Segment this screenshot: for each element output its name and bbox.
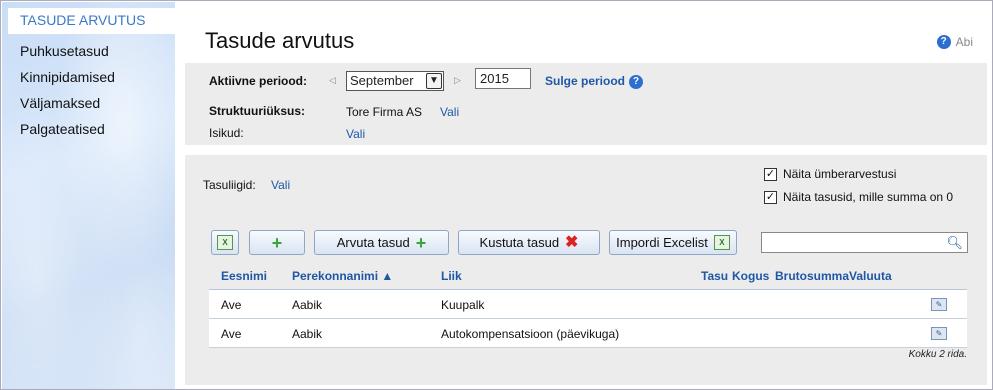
pay-types-choose-link[interactable]: Vali <box>271 178 290 192</box>
sidebar-item-valjamaksed[interactable]: Väljamaksed <box>2 90 175 116</box>
help-link[interactable]: ? Abi <box>936 35 973 49</box>
import-excel-label: Impordi Excelist <box>616 235 708 250</box>
sidebar-item-palgateatised[interactable]: Palgateatised <box>2 116 175 142</box>
calculate-pay-button[interactable]: Arvuta tasud + <box>314 230 449 255</box>
next-period-arrow-icon[interactable]: ▷ <box>454 75 461 86</box>
add-button[interactable]: + <box>249 230 305 255</box>
app-window: TASUDE ARVUTUS Puhkusetasud Kinnipidamis… <box>0 0 993 390</box>
sidebar: TASUDE ARVUTUS Puhkusetasud Kinnipidamis… <box>2 2 175 389</box>
excel-icon: X <box>217 235 233 250</box>
col-header-eesnimi[interactable]: Eesnimi <box>221 269 267 283</box>
calculate-pay-label: Arvuta tasud <box>336 235 410 250</box>
table-row[interactable]: Ave Aabik Autokompensatsioon (päevikuga)… <box>209 319 967 348</box>
col-header-kogus[interactable]: Kogus <box>732 269 769 283</box>
excel-icon: X <box>713 235 730 250</box>
pay-table: Eesnimi Perekonnanimi ▲ Liik Tasu Kogus … <box>209 266 967 360</box>
cell-first-name: Ave <box>221 298 242 312</box>
plus-icon: + <box>271 232 283 253</box>
structure-value: Tore Firma AS <box>346 105 423 119</box>
import-excel-button[interactable]: Impordi Excelist X <box>609 230 737 255</box>
search-icon[interactable]: 🔍︎ <box>946 235 963 251</box>
col-header-tasu[interactable]: Tasu <box>701 269 728 283</box>
filter-panel: Aktiivne periood: ◁ September ▼ ▷ 2015 S… <box>185 63 987 145</box>
month-value: September <box>350 73 414 88</box>
table-header: Eesnimi Perekonnanimi ▲ Liik Tasu Kogus … <box>209 266 967 290</box>
cell-type: Kuupalk <box>441 298 485 312</box>
show-recalc-checkbox[interactable]: ✓ <box>764 167 777 181</box>
close-period-link[interactable]: Sulge periood <box>545 74 625 88</box>
cell-type: Autokompensatsioon (päevikuga) <box>441 327 620 341</box>
page-title: Tasude arvutus <box>205 28 355 53</box>
results-panel: Tasuliigid: Vali ✓ Näita ümberarvestusi … <box>185 155 987 385</box>
show-recalc-label: Näita ümberarvestusi <box>783 167 897 181</box>
col-header-liik[interactable]: Liik <box>441 269 462 283</box>
help-label: Abi <box>955 35 973 49</box>
cell-last-name: Aabik <box>292 327 323 341</box>
show-zero-option[interactable]: ✓ Näita tasusid, mille summa on 0 <box>764 190 953 204</box>
sidebar-item-kinnipidamised[interactable]: Kinnipidamised <box>2 64 175 90</box>
plus-icon: + <box>415 232 427 253</box>
col-header-brutosumma[interactable]: Brutosumma <box>775 269 849 283</box>
delete-pay-label: Kustuta tasud <box>479 235 560 250</box>
sidebar-item-puhkusetasud[interactable]: Puhkusetasud <box>2 38 175 64</box>
sidebar-item-tasude-arvutus[interactable]: TASUDE ARVUTUS <box>8 8 175 34</box>
table-row[interactable]: Ave Aabik Kuupalk ✎ <box>209 290 967 319</box>
export-excel-button[interactable]: X <box>211 230 239 255</box>
edit-row-icon[interactable]: ✎ <box>931 298 947 311</box>
question-icon: ? <box>936 35 951 49</box>
col-header-perekonnanimi[interactable]: Perekonnanimi ▲ <box>292 269 393 283</box>
show-recalc-option[interactable]: ✓ Näita ümberarvestusi <box>764 167 896 181</box>
main-content: Tasude arvutus ? Abi Aktiivne periood: ◁… <box>185 2 987 389</box>
persons-label: Isikud: <box>209 126 244 140</box>
structure-choose-link[interactable]: Vali <box>440 105 459 119</box>
show-zero-label: Näita tasusid, mille summa on 0 <box>783 190 954 204</box>
period-label: Aktiivne periood: <box>209 74 308 88</box>
search-input[interactable]: 🔍︎ <box>761 232 968 253</box>
month-select[interactable]: September ▼ <box>346 71 444 91</box>
delete-x-icon: ✖ <box>565 233 579 251</box>
cell-last-name: Aabik <box>292 298 323 312</box>
structure-label: Struktuuriüksus: <box>209 104 306 118</box>
col-header-valuuta[interactable]: Valuuta <box>849 269 892 283</box>
edit-row-icon[interactable]: ✎ <box>931 327 947 340</box>
cell-first-name: Ave <box>221 327 242 341</box>
chevron-down-icon: ▼ <box>426 73 442 89</box>
persons-choose-link[interactable]: Vali <box>346 127 365 141</box>
question-icon[interactable]: ? <box>629 75 643 89</box>
prev-period-arrow-icon[interactable]: ◁ <box>329 75 336 86</box>
pay-types-label: Tasuliigid: <box>203 178 256 192</box>
delete-pay-button[interactable]: Kustuta tasud ✖ <box>458 230 600 255</box>
row-count: Kokku 2 rida. <box>908 349 967 360</box>
year-input[interactable]: 2015 <box>475 68 531 89</box>
show-zero-checkbox[interactable]: ✓ <box>764 190 777 204</box>
